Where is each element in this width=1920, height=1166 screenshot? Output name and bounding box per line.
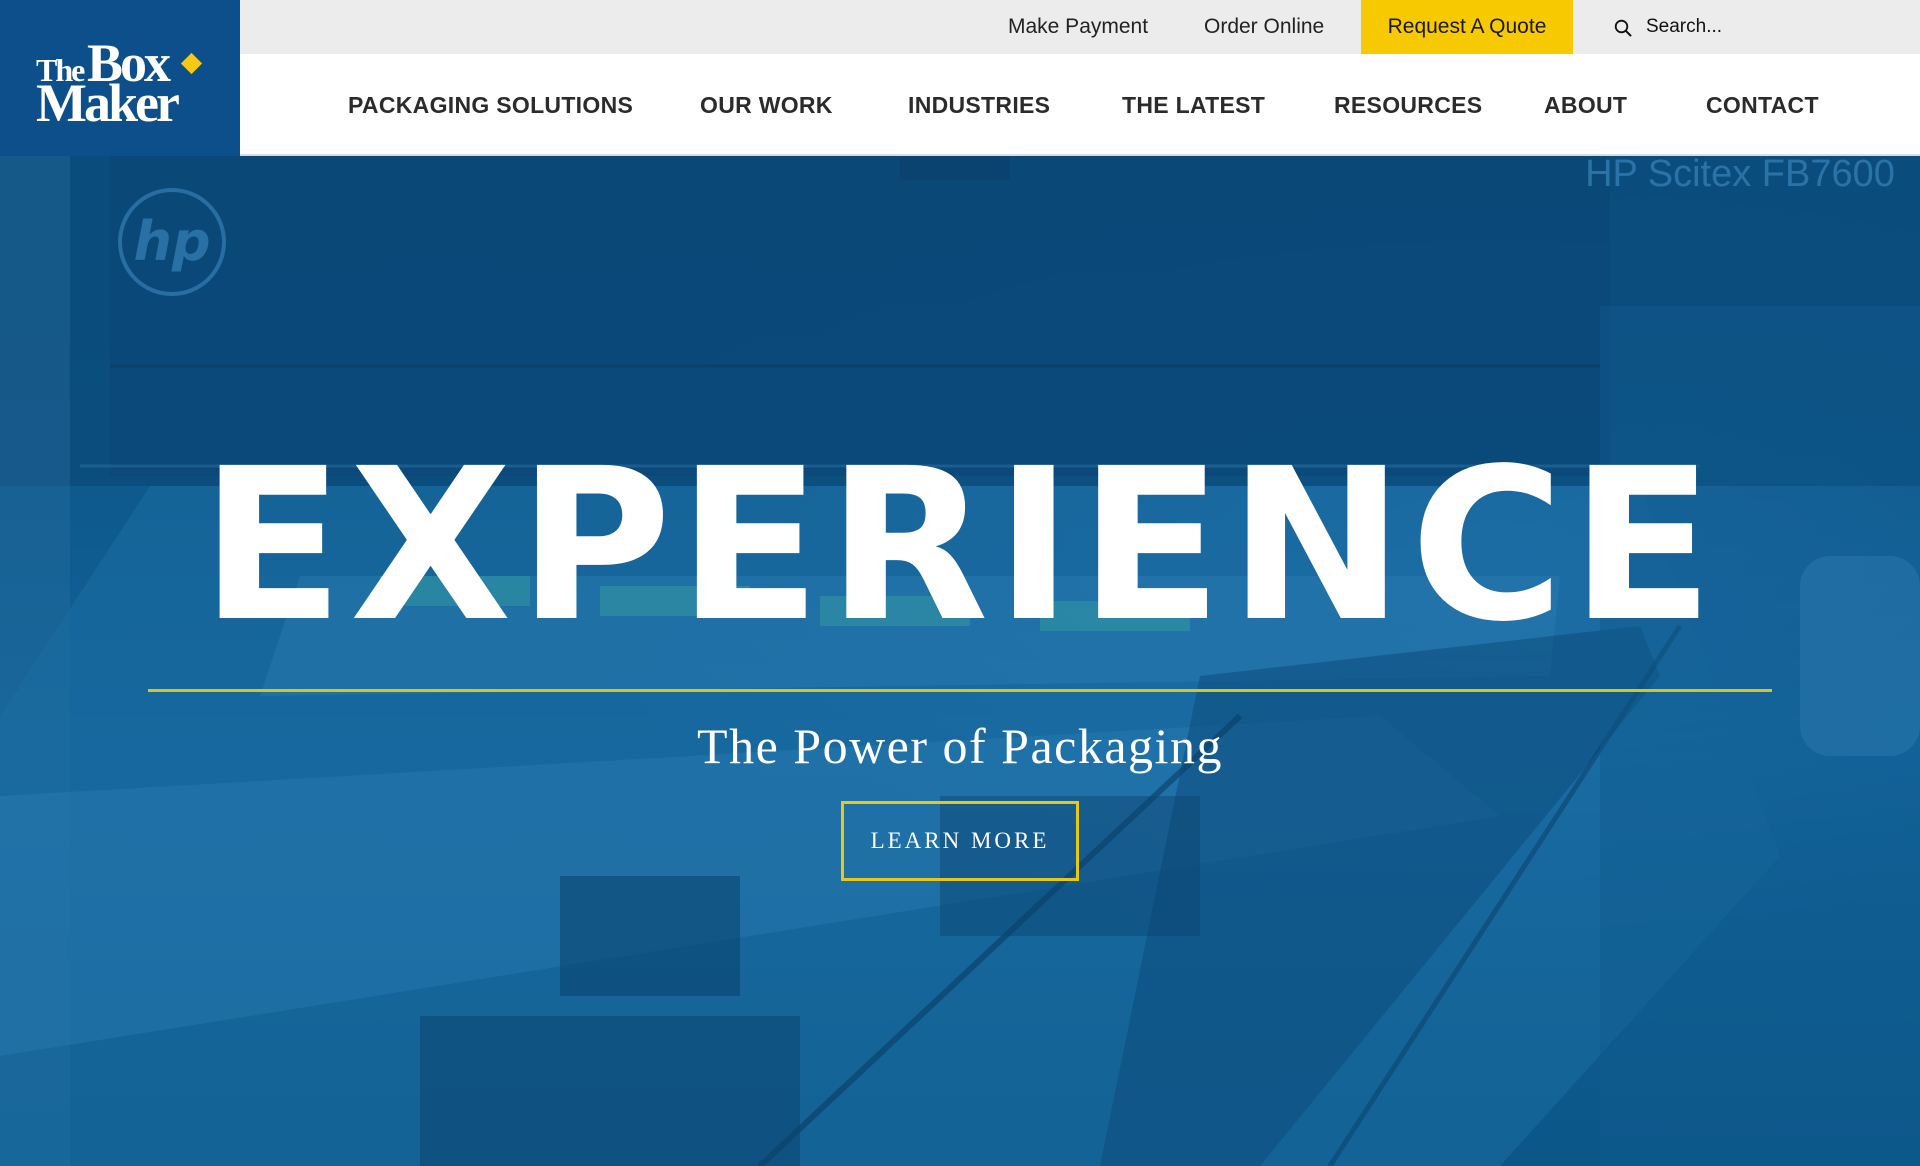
machine-brand-text: hp bbox=[133, 210, 210, 273]
page: The Box Maker Make Payment Order Online … bbox=[0, 0, 1920, 1166]
learn-more-button[interactable]: LEARN MORE bbox=[841, 801, 1079, 881]
logo-diamond-icon bbox=[180, 52, 203, 75]
nav-contact[interactable]: CONTACT bbox=[1706, 54, 1819, 154]
search-input[interactable] bbox=[1646, 10, 1866, 44]
make-payment-link[interactable]: Make Payment bbox=[1008, 0, 1148, 54]
hero-subtitle: The Power of Packaging bbox=[697, 718, 1223, 774]
logo-wordmark: The Box Maker bbox=[36, 36, 206, 130]
logo-maker: Maker bbox=[36, 73, 180, 133]
nav-our-work[interactable]: OUR WORK bbox=[700, 54, 833, 154]
nav-resources[interactable]: RESOURCES bbox=[1334, 54, 1482, 154]
hero-title: EXPERIENCE bbox=[200, 423, 1720, 668]
site-logo[interactable]: The Box Maker bbox=[0, 0, 240, 156]
request-quote-button[interactable]: Request A Quote bbox=[1361, 0, 1573, 54]
nav-packaging-solutions[interactable]: PACKAGING SOLUTIONS bbox=[348, 54, 633, 154]
machine-model-text: HP Scitex FB7600 bbox=[1585, 156, 1895, 195]
site-header: The Box Maker Make Payment Order Online … bbox=[0, 0, 1920, 156]
hero-divider bbox=[148, 689, 1772, 692]
nav-industries[interactable]: INDUSTRIES bbox=[908, 54, 1050, 154]
nav-the-latest[interactable]: THE LATEST bbox=[1122, 54, 1265, 154]
order-online-link[interactable]: Order Online bbox=[1204, 0, 1324, 54]
nav-about[interactable]: ABOUT bbox=[1544, 54, 1627, 154]
search-icon[interactable] bbox=[1614, 19, 1632, 37]
hero-section: hp HP Scitex FB7600 EXPERIENCE The Power… bbox=[0, 156, 1920, 1166]
learn-more-label: LEARN MORE bbox=[870, 828, 1050, 853]
main-nav: PACKAGING SOLUTIONS OUR WORK INDUSTRIES … bbox=[240, 54, 1920, 156]
utility-bar: Make Payment Order Online Request A Quot… bbox=[240, 0, 1920, 54]
